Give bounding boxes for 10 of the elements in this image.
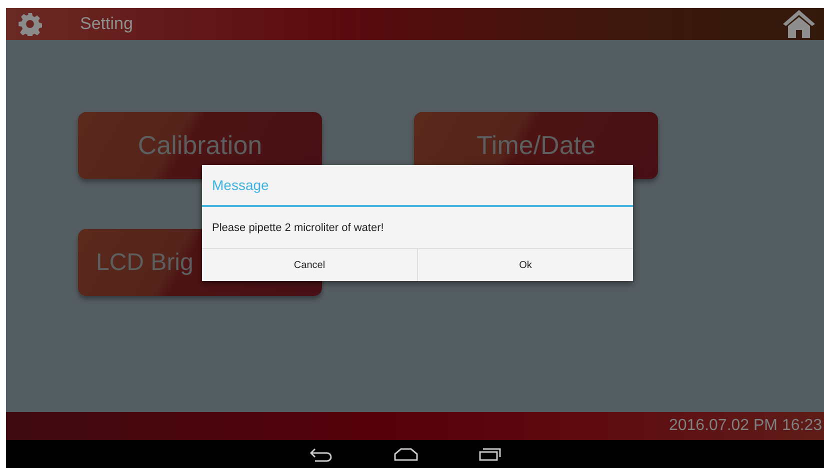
home-icon[interactable]: [782, 9, 816, 39]
date-time: 2016.07.02 PM 16:23: [668, 417, 822, 435]
menu-button[interactable]: Calibration: [78, 112, 322, 179]
dialog-button[interactable]: Cancel: [202, 249, 417, 281]
screen-title: Setting: [80, 14, 134, 34]
dialog-button[interactable]: Ok: [417, 249, 633, 281]
recents-icon[interactable]: [477, 446, 503, 462]
settings-icon[interactable]: [18, 12, 42, 36]
home-button-icon[interactable]: [393, 446, 419, 462]
dialog-title: Message: [202, 165, 633, 207]
